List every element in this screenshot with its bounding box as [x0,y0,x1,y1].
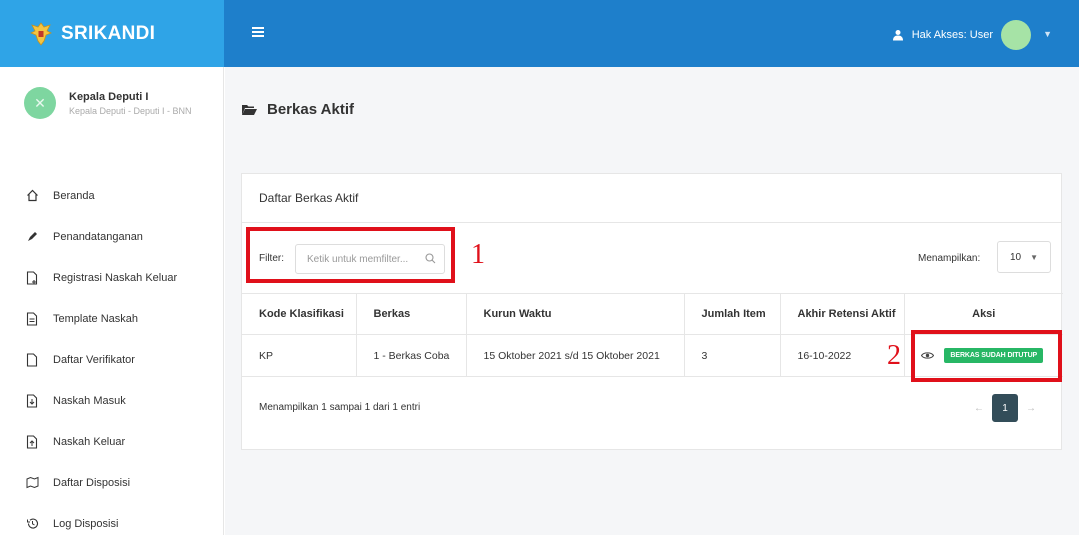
brand-bar[interactable]: SRIKANDI [0,0,224,67]
sidebar-item-label: Beranda [53,189,95,202]
profile-name: Kepala Deputi I [69,90,149,103]
chevron-down-icon[interactable]: ▼ [1043,29,1052,39]
user-profile: ✕ Kepala Deputi I Kepala Deputi - Deputi… [24,87,192,119]
file-text-icon [24,311,40,327]
menu-toggle-icon[interactable] [252,27,264,38]
page-title-text: Berkas Aktif [267,101,354,118]
file-up-icon [24,434,40,450]
pagination-page[interactable]: 1 [992,394,1018,422]
highlight-box-2 [911,330,1062,382]
show-entries-select[interactable]: 10 ▼ [997,241,1051,273]
table-header-row: Kode Klasifikasi Berkas Kurun Waktu Juml… [242,293,1063,335]
map-icon [24,475,40,491]
column-header[interactable]: Berkas [356,293,467,335]
column-header[interactable]: Kurun Waktu [466,293,685,335]
profile-role: Kepala Deputi - Deputi I - BNN [69,105,192,116]
avatar[interactable] [1001,20,1031,50]
topbar: Hak Akses: User ▼ [224,0,1079,67]
folder-open-icon [242,105,257,115]
table-info: Menampilkan 1 sampai 1 dari 1 entri [259,402,421,413]
sidebar-item-label: Penandatanganan [53,230,143,243]
sidebar-item-label: Daftar Disposisi [53,476,131,489]
history-icon [24,516,40,532]
cell-akhir-retensi: 16-10-2022 [780,334,905,377]
column-header[interactable]: Kode Klasifikasi [242,293,357,335]
file-icon [24,352,40,368]
annotation-number-2: 2 [887,340,901,371]
show-entries-label: Menampilkan: [918,253,981,264]
sidebar: ✕ Kepala Deputi I Kepala Deputi - Deputi… [0,67,224,535]
show-entries-value: 10 [1010,251,1022,263]
sidebar-item-log-disposisi[interactable]: Log Disposisi [0,503,224,535]
sidebar-item-label: Log Disposisi [53,517,119,530]
file-plus-icon [24,270,40,286]
filter-row: Filter: Ketik untuk memfilter... 1 Menam… [242,223,1061,293]
home-icon [24,188,40,204]
avatar: ✕ [24,87,56,119]
hak-akses-menu[interactable]: Hak Akses: User [892,29,993,41]
sidebar-item-beranda[interactable]: Beranda [0,175,224,216]
sidebar-item-naskah-masuk[interactable]: Naskah Masuk [0,380,224,421]
sidebar-menu: Beranda Penandatanganan Registrasi Naska… [0,175,224,535]
file-down-icon [24,393,40,409]
sidebar-item-label: Registrasi Naskah Keluar [53,271,178,284]
page-title: Berkas Aktif [241,101,354,118]
sidebar-item-label: Naskah Keluar [53,435,126,448]
column-header[interactable]: Jumlah Item [684,293,781,335]
card-title: Daftar Berkas Aktif [242,174,1061,223]
cell-kode: KP [242,334,357,377]
pagination-next[interactable]: → [1018,394,1044,422]
sidebar-item-daftar-verifikator[interactable]: Daftar Verifikator [0,339,224,380]
pagination: ← 1 → [966,394,1044,422]
sidebar-item-label: Naskah Masuk [53,394,126,407]
sidebar-item-penandatanganan[interactable]: Penandatanganan [0,216,224,257]
sidebar-item-template-naskah[interactable]: Template Naskah [0,298,224,339]
cell-berkas: 1 - Berkas Coba [356,334,467,377]
main-content: Berkas Aktif Daftar Berkas Aktif Filter:… [225,67,1079,535]
hak-akses-label: Hak Akses: User [911,29,993,41]
garuda-logo-icon [30,21,52,46]
sidebar-item-naskah-keluar[interactable]: Naskah Keluar [0,421,224,462]
berkas-card: Daftar Berkas Aktif Filter: Ketik untuk … [241,173,1063,450]
pagination-prev[interactable]: ← [966,394,992,422]
cell-kurun-waktu: 15 Oktober 2021 s/d 15 Oktober 2021 [466,334,685,377]
sidebar-item-label: Template Naskah [53,312,138,325]
highlight-box-1 [246,227,455,283]
chevron-down-icon: ▼ [1030,252,1039,262]
user-icon [892,30,903,41]
pen-icon [24,229,40,245]
column-header: Aksi [904,293,1063,335]
sidebar-item-label: Daftar Verifikator [53,353,135,366]
annotation-number-1: 1 [471,239,485,270]
sidebar-item-registrasi-naskah-keluar[interactable]: Registrasi Naskah Keluar [0,257,224,298]
app-name: SRIKANDI [61,22,156,44]
sidebar-item-daftar-disposisi[interactable]: Daftar Disposisi [0,462,224,503]
cell-jumlah-item: 3 [684,334,781,377]
column-header[interactable]: Akhir Retensi Aktif [780,293,905,335]
